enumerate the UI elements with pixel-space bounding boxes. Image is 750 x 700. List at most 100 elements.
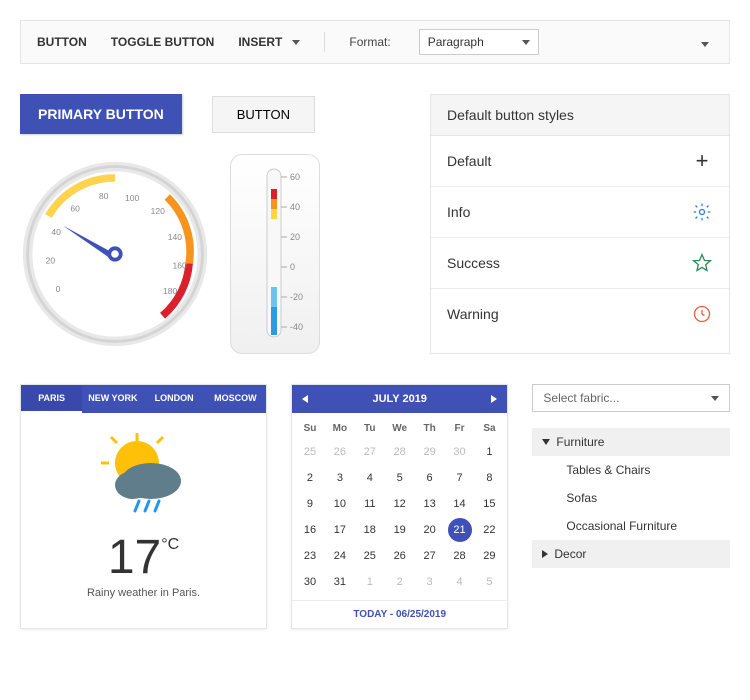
calendar-day[interactable]: 8 bbox=[477, 466, 501, 490]
clock-icon bbox=[691, 303, 713, 325]
calendar-day[interactable]: 17 bbox=[328, 518, 352, 542]
panel-row-success[interactable]: Success bbox=[431, 238, 729, 289]
calendar-day[interactable]: 26 bbox=[328, 440, 352, 464]
calendar-day[interactable]: 24 bbox=[328, 544, 352, 568]
tree-item-label: Furniture bbox=[556, 435, 604, 449]
calendar-day[interactable]: 28 bbox=[448, 544, 472, 568]
radial-gauge: 0 20 40 60 80 100 120 140 160 180 bbox=[20, 159, 210, 349]
panel-row-default[interactable]: Default + bbox=[431, 136, 729, 187]
tree-item[interactable]: Sofas bbox=[532, 484, 730, 512]
weather-tab-london[interactable]: LONDON bbox=[144, 385, 205, 413]
calendar-day[interactable]: 27 bbox=[418, 544, 442, 568]
svg-text:80: 80 bbox=[99, 191, 109, 201]
calendar-day[interactable]: 27 bbox=[358, 440, 382, 464]
calendar-next-button[interactable] bbox=[491, 395, 497, 403]
calendar-day[interactable]: 19 bbox=[388, 518, 412, 542]
svg-text:40: 40 bbox=[51, 227, 61, 237]
panel-header: Default button styles bbox=[431, 95, 729, 136]
calendar-day[interactable]: 3 bbox=[418, 570, 442, 594]
calendar-dow: Fr bbox=[446, 419, 474, 438]
toolbar-insert-label: INSERT bbox=[238, 35, 282, 49]
calendar-dow: Su bbox=[296, 419, 324, 438]
calendar-day[interactable]: 28 bbox=[388, 440, 412, 464]
calendar-day[interactable]: 5 bbox=[477, 570, 501, 594]
calendar-day[interactable]: 22 bbox=[477, 518, 501, 542]
format-label: Format: bbox=[349, 35, 390, 49]
linear-gauge-thermometer: 60 40 20 0 -20 -40 bbox=[230, 154, 320, 354]
svg-text:0: 0 bbox=[290, 262, 295, 272]
calendar-day[interactable]: 1 bbox=[358, 570, 382, 594]
calendar-grid: SuMoTuWeThFrSa25262728293012345678910111… bbox=[292, 413, 507, 600]
toolbar-toggle-button[interactable]: TOGGLE BUTTON bbox=[111, 35, 215, 49]
calendar-day[interactable]: 4 bbox=[448, 570, 472, 594]
chevron-down-icon bbox=[711, 396, 719, 401]
format-value: Paragraph bbox=[428, 35, 484, 49]
svg-text:60: 60 bbox=[70, 203, 80, 213]
calendar-day[interactable]: 12 bbox=[388, 492, 412, 516]
calendar-day[interactable]: 25 bbox=[358, 544, 382, 568]
svg-text:20: 20 bbox=[290, 232, 300, 242]
secondary-button[interactable]: BUTTON bbox=[212, 96, 315, 133]
chevron-down-icon bbox=[522, 40, 530, 45]
calendar-day[interactable]: 9 bbox=[298, 492, 322, 516]
calendar-day[interactable]: 13 bbox=[418, 492, 442, 516]
toolbar-insert[interactable]: INSERT bbox=[238, 35, 300, 49]
calendar-day[interactable]: 14 bbox=[448, 492, 472, 516]
calendar-day[interactable]: 10 bbox=[328, 492, 352, 516]
calendar-day[interactable]: 15 bbox=[477, 492, 501, 516]
calendar-dow: Sa bbox=[475, 419, 503, 438]
primary-button[interactable]: PRIMARY BUTTON bbox=[20, 94, 182, 134]
tree-item[interactable]: Decor bbox=[532, 540, 730, 568]
panel-row-label: Success bbox=[447, 255, 500, 271]
tree-item[interactable]: Furniture bbox=[532, 428, 730, 456]
calendar-day[interactable]: 23 bbox=[298, 544, 322, 568]
calendar-prev-button[interactable] bbox=[302, 395, 308, 403]
calendar-day[interactable]: 5 bbox=[388, 466, 412, 490]
svg-text:20: 20 bbox=[46, 256, 56, 266]
calendar-day[interactable]: 26 bbox=[388, 544, 412, 568]
panel-row-label: Info bbox=[447, 204, 470, 220]
chevron-right-icon bbox=[542, 550, 548, 558]
calendar-day[interactable]: 2 bbox=[388, 570, 412, 594]
weather-unit: °C bbox=[161, 536, 179, 554]
calendar-day[interactable]: 18 bbox=[358, 518, 382, 542]
button-styles-panel: Default button styles Default + Info Suc… bbox=[430, 94, 730, 354]
weather-widget: PARIS NEW YORK LONDON MOSCOW 17 °C bbox=[20, 384, 267, 629]
weather-tab-paris[interactable]: PARIS bbox=[21, 385, 82, 413]
calendar-day[interactable]: 16 bbox=[298, 518, 322, 542]
plus-icon: + bbox=[691, 150, 713, 172]
toolbar-trailing-dropdown[interactable] bbox=[697, 35, 713, 50]
calendar-day[interactable]: 25 bbox=[298, 440, 322, 464]
toolbar-button[interactable]: BUTTON bbox=[37, 35, 87, 49]
tree-item[interactable]: Tables & Chairs bbox=[532, 456, 730, 484]
panel-row-info[interactable]: Info bbox=[431, 187, 729, 238]
calendar-day[interactable]: 11 bbox=[358, 492, 382, 516]
weather-tab-newyork[interactable]: NEW YORK bbox=[82, 385, 143, 413]
svg-text:160: 160 bbox=[172, 260, 187, 270]
calendar-day[interactable]: 6 bbox=[418, 466, 442, 490]
calendar-day[interactable]: 31 bbox=[328, 570, 352, 594]
calendar-day[interactable]: 30 bbox=[448, 440, 472, 464]
weather-temperature: 17 bbox=[108, 530, 161, 585]
calendar-day[interactable]: 20 bbox=[418, 518, 442, 542]
calendar-day[interactable]: 4 bbox=[358, 466, 382, 490]
panel-row-warning[interactable]: Warning bbox=[431, 289, 729, 339]
weather-tab-moscow[interactable]: MOSCOW bbox=[205, 385, 266, 413]
combobox-placeholder: Select fabric... bbox=[543, 391, 619, 405]
calendar-day[interactable]: 2 bbox=[298, 466, 322, 490]
fabric-combobox[interactable]: Select fabric... bbox=[532, 384, 730, 412]
tree-item[interactable]: Occasional Furniture bbox=[532, 512, 730, 540]
calendar-today-link[interactable]: TODAY - 06/25/2019 bbox=[292, 600, 507, 628]
format-select[interactable]: Paragraph bbox=[419, 29, 539, 55]
svg-text:-20: -20 bbox=[290, 292, 303, 302]
svg-text:120: 120 bbox=[151, 206, 166, 216]
toolbar: BUTTON TOGGLE BUTTON INSERT Format: Para… bbox=[20, 20, 730, 64]
calendar-day[interactable]: 30 bbox=[298, 570, 322, 594]
calendar-day[interactable]: 21 bbox=[448, 518, 472, 542]
calendar-day[interactable]: 7 bbox=[448, 466, 472, 490]
calendar-title: JULY 2019 bbox=[372, 393, 426, 405]
calendar-day[interactable]: 29 bbox=[418, 440, 442, 464]
calendar-day[interactable]: 3 bbox=[328, 466, 352, 490]
calendar-day[interactable]: 1 bbox=[477, 440, 501, 464]
calendar-day[interactable]: 29 bbox=[477, 544, 501, 568]
